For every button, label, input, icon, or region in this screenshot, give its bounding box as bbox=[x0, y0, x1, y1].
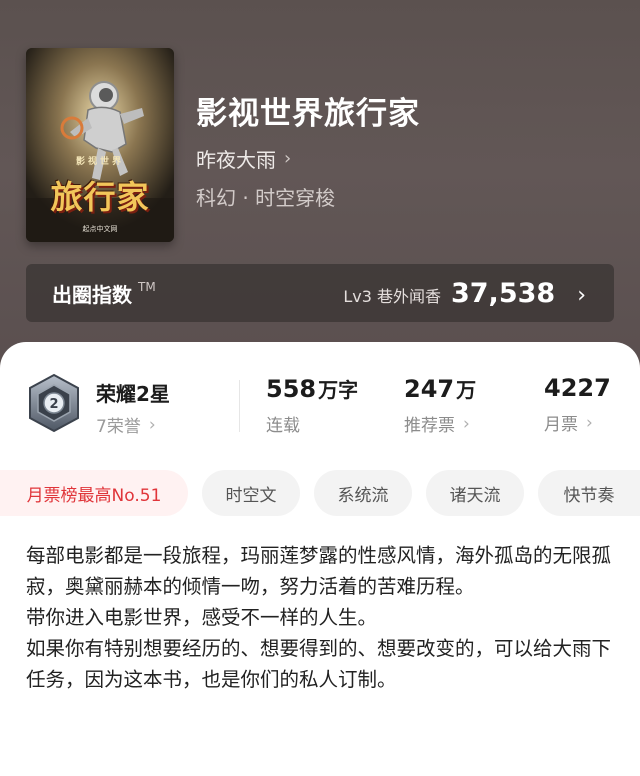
synopsis-paragraph: 如果你有特别想要经历的、想要得到的、想要改变的，可以给大雨下任务，因为这本书，也… bbox=[26, 637, 612, 691]
index-label: 出圈指数 bbox=[52, 282, 132, 307]
stat-value: 247 bbox=[404, 375, 455, 403]
synopsis-paragraph: 每部电影都是一段旅程，玛丽莲梦露的性感风情，海外孤岛的无限孤寂，奥黛丽赫本的倾情… bbox=[26, 544, 612, 598]
popularity-index-bar[interactable]: 出圈指数 TM Lv3 巷外闻香 37,538 › bbox=[26, 264, 614, 322]
stat-unit: 万字 bbox=[318, 378, 359, 402]
index-value-group: Lv3 巷外闻香 37,538 › bbox=[343, 278, 586, 309]
index-level: Lv3 巷外闻香 bbox=[343, 286, 441, 306]
genre-label: 科幻 · 时空穿梭 bbox=[196, 186, 336, 210]
author-link[interactable]: 昨夜大雨 › bbox=[196, 144, 291, 173]
chevron-right-icon: › bbox=[586, 412, 593, 433]
index-value: 37,538 bbox=[450, 277, 556, 309]
chevron-right-icon: › bbox=[577, 282, 586, 308]
stat-recommend-votes[interactable]: 247 万 推荐票 › bbox=[404, 374, 476, 436]
stat-value: 4227 bbox=[544, 374, 611, 402]
synopsis: 每部电影都是一段旅程，玛丽莲梦露的性感风情，海外孤岛的无限孤寂，奥黛丽赫本的倾情… bbox=[26, 540, 616, 695]
honor-title: 荣耀2星 bbox=[96, 382, 170, 406]
tag-item[interactable]: 诸天流 bbox=[426, 470, 524, 516]
stat-word-count: 558 万字 连载 bbox=[266, 374, 358, 436]
badge-number: 2 bbox=[49, 397, 58, 412]
cover-title: 旅行家 bbox=[50, 178, 150, 216]
honor-link[interactable]: 7荣誉 › bbox=[96, 412, 156, 438]
stat-label: 连载 bbox=[266, 416, 300, 436]
cover-series-label: 影视世界 bbox=[75, 157, 124, 167]
stat-label: 推荐票 bbox=[404, 416, 455, 436]
tag-item[interactable]: 时空文 bbox=[202, 470, 300, 516]
book-cover[interactable]: 影视世界 旅行家 起点中文网 bbox=[26, 48, 174, 242]
tag-item[interactable]: 系统流 bbox=[314, 470, 412, 516]
chevron-right-icon: › bbox=[463, 413, 470, 434]
trademark-mark: TM bbox=[138, 280, 156, 294]
honor-count: 7荣誉 bbox=[96, 417, 141, 437]
chevron-right-icon: › bbox=[284, 148, 292, 169]
stat-monthly-votes[interactable]: 4227 月票 › bbox=[544, 374, 611, 435]
cover-publisher: 起点中文网 bbox=[82, 225, 118, 233]
honor-badge-icon[interactable]: 2 bbox=[26, 373, 82, 433]
synopsis-paragraph: 带你进入电影世界，感受不一样的人生。 bbox=[26, 606, 378, 629]
stat-value: 558 bbox=[266, 375, 317, 403]
stat-unit: 万 bbox=[456, 378, 477, 402]
author-name: 昨夜大雨 bbox=[196, 148, 276, 172]
stat-label: 月票 bbox=[544, 415, 578, 435]
tag-item[interactable]: 快节奏 bbox=[538, 470, 640, 516]
tag-list: 月票榜最高No.51 时空文 系统流 诸天流 快节奏 bbox=[0, 470, 640, 516]
chevron-right-icon: › bbox=[148, 414, 156, 435]
book-title: 影视世界旅行家 bbox=[196, 96, 420, 132]
divider bbox=[239, 380, 240, 432]
book-header: 影视世界 旅行家 起点中文网 影视世界旅行家 昨夜大雨 › 科幻 · 时空穿梭 … bbox=[0, 0, 640, 380]
tag-ranking[interactable]: 月票榜最高No.51 bbox=[0, 470, 188, 516]
